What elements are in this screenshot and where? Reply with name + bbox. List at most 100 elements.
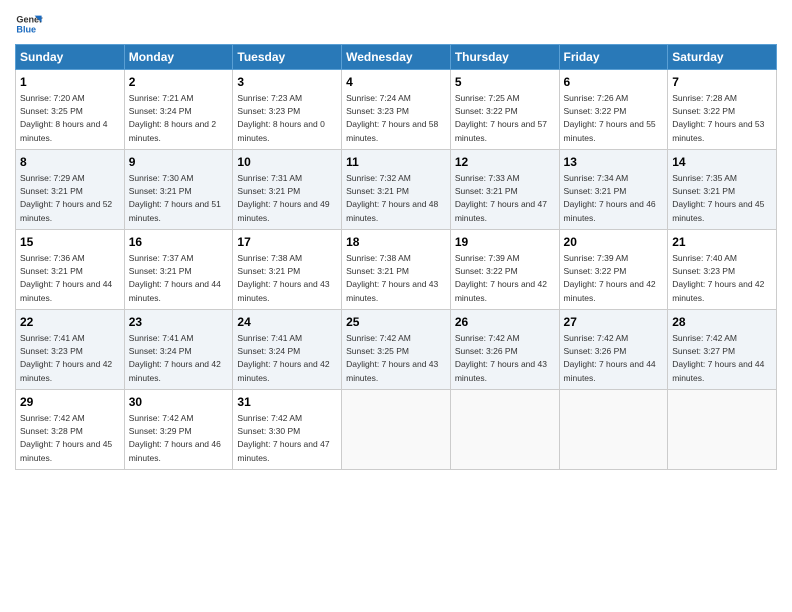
day-number: 30 [129, 394, 229, 411]
day-number: 11 [346, 154, 446, 171]
day-cell: 9 Sunrise: 7:30 AMSunset: 3:21 PMDayligh… [124, 149, 233, 229]
day-info: Sunrise: 7:42 AMSunset: 3:28 PMDaylight:… [20, 413, 112, 463]
day-number: 6 [564, 74, 664, 91]
day-number: 24 [237, 314, 337, 331]
day-info: Sunrise: 7:31 AMSunset: 3:21 PMDaylight:… [237, 173, 329, 223]
day-cell: 18 Sunrise: 7:38 AMSunset: 3:21 PMDaylig… [342, 229, 451, 309]
day-cell: 15 Sunrise: 7:36 AMSunset: 3:21 PMDaylig… [16, 229, 125, 309]
day-info: Sunrise: 7:38 AMSunset: 3:21 PMDaylight:… [346, 253, 438, 303]
day-info: Sunrise: 7:41 AMSunset: 3:24 PMDaylight:… [237, 333, 329, 383]
day-cell: 21 Sunrise: 7:40 AMSunset: 3:23 PMDaylig… [668, 229, 777, 309]
day-cell: 11 Sunrise: 7:32 AMSunset: 3:21 PMDaylig… [342, 149, 451, 229]
day-info: Sunrise: 7:42 AMSunset: 3:25 PMDaylight:… [346, 333, 438, 383]
day-info: Sunrise: 7:20 AMSunset: 3:25 PMDaylight:… [20, 93, 107, 143]
day-number: 18 [346, 234, 446, 251]
day-number: 26 [455, 314, 555, 331]
day-cell: 5 Sunrise: 7:25 AMSunset: 3:22 PMDayligh… [450, 70, 559, 150]
day-info: Sunrise: 7:30 AMSunset: 3:21 PMDaylight:… [129, 173, 221, 223]
col-header-monday: Monday [124, 45, 233, 70]
day-number: 16 [129, 234, 229, 251]
week-row-4: 22 Sunrise: 7:41 AMSunset: 3:23 PMDaylig… [16, 309, 777, 389]
col-header-friday: Friday [559, 45, 668, 70]
page-header: General Blue [15, 10, 777, 38]
calendar-table: SundayMondayTuesdayWednesdayThursdayFrid… [15, 44, 777, 470]
day-info: Sunrise: 7:28 AMSunset: 3:22 PMDaylight:… [672, 93, 764, 143]
day-number: 22 [20, 314, 120, 331]
day-cell: 25 Sunrise: 7:42 AMSunset: 3:25 PMDaylig… [342, 309, 451, 389]
day-info: Sunrise: 7:33 AMSunset: 3:21 PMDaylight:… [455, 173, 547, 223]
day-number: 17 [237, 234, 337, 251]
day-cell: 8 Sunrise: 7:29 AMSunset: 3:21 PMDayligh… [16, 149, 125, 229]
day-cell: 14 Sunrise: 7:35 AMSunset: 3:21 PMDaylig… [668, 149, 777, 229]
day-number: 31 [237, 394, 337, 411]
day-cell: 7 Sunrise: 7:28 AMSunset: 3:22 PMDayligh… [668, 70, 777, 150]
day-cell [342, 389, 451, 469]
day-info: Sunrise: 7:32 AMSunset: 3:21 PMDaylight:… [346, 173, 438, 223]
day-info: Sunrise: 7:42 AMSunset: 3:30 PMDaylight:… [237, 413, 329, 463]
day-number: 25 [346, 314, 446, 331]
day-number: 9 [129, 154, 229, 171]
week-row-1: 1 Sunrise: 7:20 AMSunset: 3:25 PMDayligh… [16, 70, 777, 150]
day-cell: 26 Sunrise: 7:42 AMSunset: 3:26 PMDaylig… [450, 309, 559, 389]
day-number: 5 [455, 74, 555, 91]
day-number: 27 [564, 314, 664, 331]
day-cell: 12 Sunrise: 7:33 AMSunset: 3:21 PMDaylig… [450, 149, 559, 229]
day-cell: 27 Sunrise: 7:42 AMSunset: 3:26 PMDaylig… [559, 309, 668, 389]
day-cell: 16 Sunrise: 7:37 AMSunset: 3:21 PMDaylig… [124, 229, 233, 309]
day-info: Sunrise: 7:41 AMSunset: 3:24 PMDaylight:… [129, 333, 221, 383]
day-cell [668, 389, 777, 469]
day-info: Sunrise: 7:40 AMSunset: 3:23 PMDaylight:… [672, 253, 764, 303]
day-cell [450, 389, 559, 469]
day-cell: 1 Sunrise: 7:20 AMSunset: 3:25 PMDayligh… [16, 70, 125, 150]
day-cell: 24 Sunrise: 7:41 AMSunset: 3:24 PMDaylig… [233, 309, 342, 389]
day-number: 7 [672, 74, 772, 91]
day-cell: 13 Sunrise: 7:34 AMSunset: 3:21 PMDaylig… [559, 149, 668, 229]
day-cell: 20 Sunrise: 7:39 AMSunset: 3:22 PMDaylig… [559, 229, 668, 309]
day-cell: 10 Sunrise: 7:31 AMSunset: 3:21 PMDaylig… [233, 149, 342, 229]
day-cell: 29 Sunrise: 7:42 AMSunset: 3:28 PMDaylig… [16, 389, 125, 469]
day-number: 28 [672, 314, 772, 331]
day-info: Sunrise: 7:39 AMSunset: 3:22 PMDaylight:… [564, 253, 656, 303]
week-row-5: 29 Sunrise: 7:42 AMSunset: 3:28 PMDaylig… [16, 389, 777, 469]
day-cell: 17 Sunrise: 7:38 AMSunset: 3:21 PMDaylig… [233, 229, 342, 309]
logo: General Blue [15, 10, 43, 38]
day-number: 2 [129, 74, 229, 91]
day-number: 23 [129, 314, 229, 331]
day-info: Sunrise: 7:24 AMSunset: 3:23 PMDaylight:… [346, 93, 438, 143]
day-info: Sunrise: 7:38 AMSunset: 3:21 PMDaylight:… [237, 253, 329, 303]
col-header-wednesday: Wednesday [342, 45, 451, 70]
col-header-thursday: Thursday [450, 45, 559, 70]
day-info: Sunrise: 7:39 AMSunset: 3:22 PMDaylight:… [455, 253, 547, 303]
day-number: 4 [346, 74, 446, 91]
col-header-tuesday: Tuesday [233, 45, 342, 70]
day-info: Sunrise: 7:41 AMSunset: 3:23 PMDaylight:… [20, 333, 112, 383]
day-info: Sunrise: 7:42 AMSunset: 3:26 PMDaylight:… [455, 333, 547, 383]
day-info: Sunrise: 7:21 AMSunset: 3:24 PMDaylight:… [129, 93, 216, 143]
day-info: Sunrise: 7:26 AMSunset: 3:22 PMDaylight:… [564, 93, 656, 143]
day-number: 15 [20, 234, 120, 251]
day-number: 3 [237, 74, 337, 91]
day-cell: 22 Sunrise: 7:41 AMSunset: 3:23 PMDaylig… [16, 309, 125, 389]
day-number: 8 [20, 154, 120, 171]
day-number: 20 [564, 234, 664, 251]
col-header-saturday: Saturday [668, 45, 777, 70]
day-info: Sunrise: 7:23 AMSunset: 3:23 PMDaylight:… [237, 93, 324, 143]
day-cell: 28 Sunrise: 7:42 AMSunset: 3:27 PMDaylig… [668, 309, 777, 389]
day-number: 12 [455, 154, 555, 171]
day-info: Sunrise: 7:34 AMSunset: 3:21 PMDaylight:… [564, 173, 656, 223]
day-cell: 23 Sunrise: 7:41 AMSunset: 3:24 PMDaylig… [124, 309, 233, 389]
day-cell [559, 389, 668, 469]
day-number: 10 [237, 154, 337, 171]
day-info: Sunrise: 7:42 AMSunset: 3:29 PMDaylight:… [129, 413, 221, 463]
day-number: 21 [672, 234, 772, 251]
day-cell: 30 Sunrise: 7:42 AMSunset: 3:29 PMDaylig… [124, 389, 233, 469]
day-cell: 6 Sunrise: 7:26 AMSunset: 3:22 PMDayligh… [559, 70, 668, 150]
day-number: 19 [455, 234, 555, 251]
day-number: 14 [672, 154, 772, 171]
day-number: 13 [564, 154, 664, 171]
day-info: Sunrise: 7:29 AMSunset: 3:21 PMDaylight:… [20, 173, 112, 223]
day-cell: 19 Sunrise: 7:39 AMSunset: 3:22 PMDaylig… [450, 229, 559, 309]
col-header-sunday: Sunday [16, 45, 125, 70]
day-info: Sunrise: 7:37 AMSunset: 3:21 PMDaylight:… [129, 253, 221, 303]
day-cell: 3 Sunrise: 7:23 AMSunset: 3:23 PMDayligh… [233, 70, 342, 150]
